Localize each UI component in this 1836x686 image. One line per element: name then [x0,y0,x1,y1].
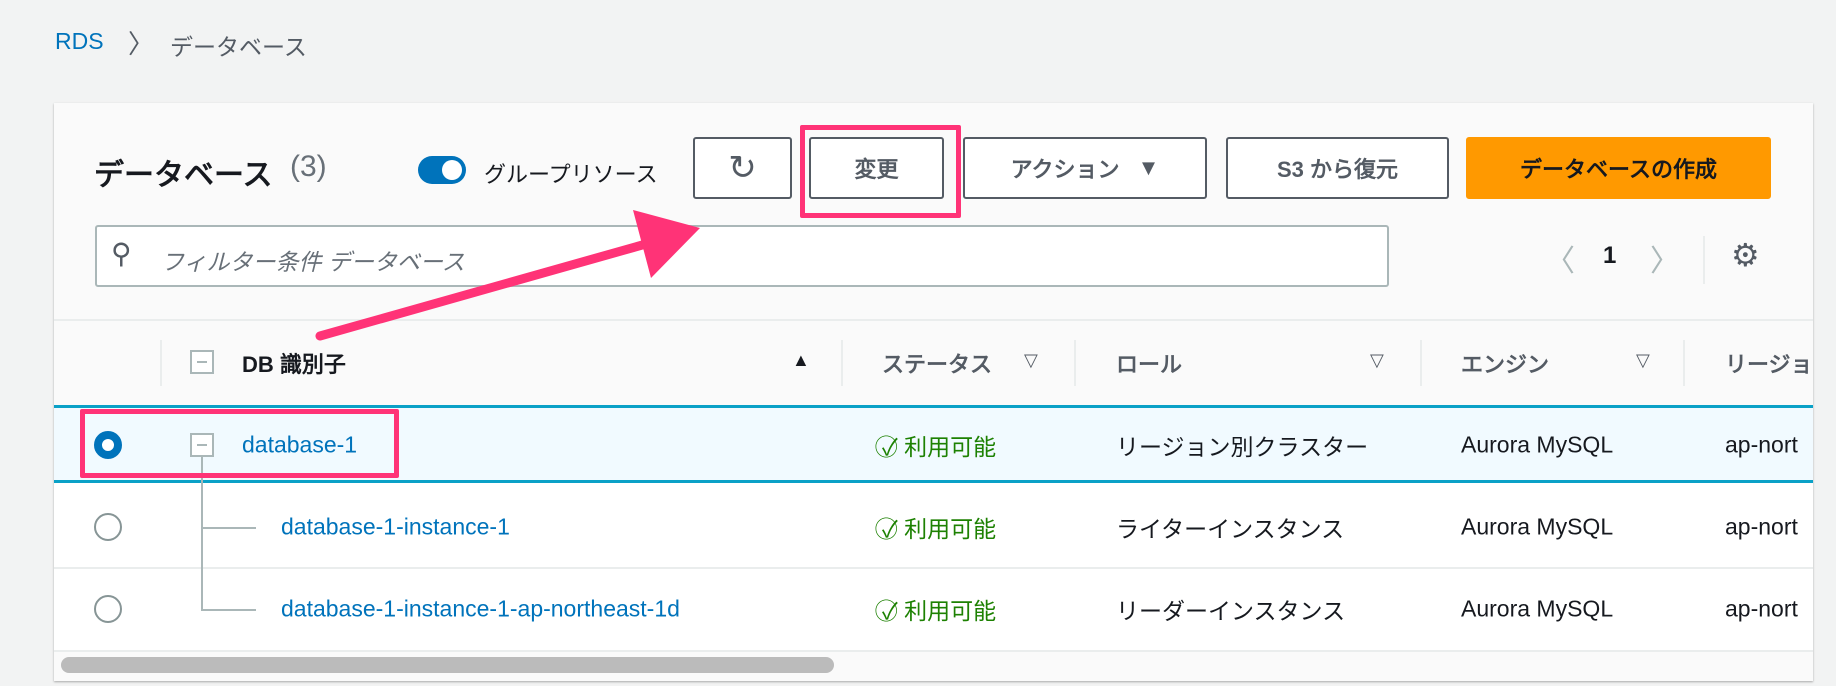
annotation-arrow [315,210,700,341]
